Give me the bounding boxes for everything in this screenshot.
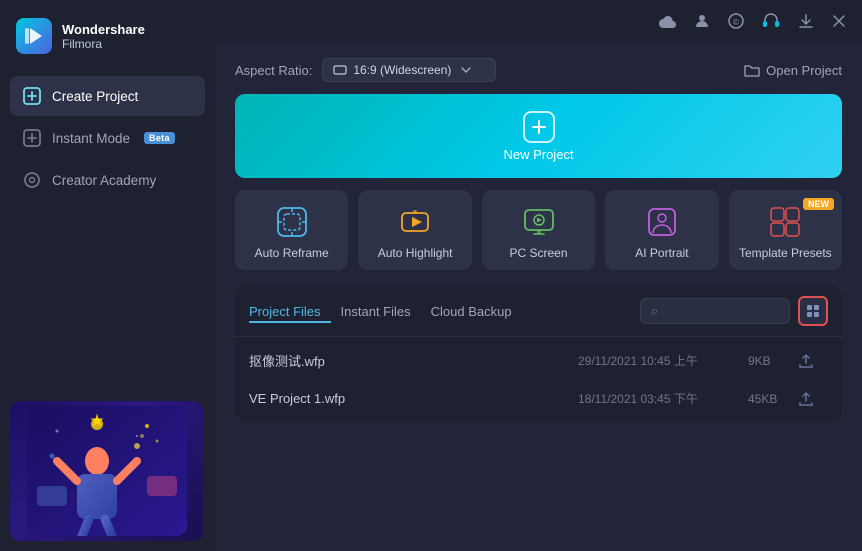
template-presets-icon bbox=[767, 204, 803, 240]
logo-area: Wondershare Filmora bbox=[0, 0, 215, 72]
project-files-section: Project Files Instant Files Cloud Backup… bbox=[235, 286, 842, 421]
auto-reframe-label: Auto Reframe bbox=[255, 246, 329, 260]
download-icon[interactable] bbox=[798, 13, 814, 29]
pc-screen-icon bbox=[521, 204, 557, 240]
sidebar: Wondershare Filmora Create Project bbox=[0, 0, 215, 551]
action-card-pc-screen[interactable]: PC Screen bbox=[482, 190, 595, 270]
logo-icon bbox=[16, 18, 52, 54]
auto-highlight-icon bbox=[397, 204, 433, 240]
logo-text: Wondershare Filmora bbox=[62, 22, 145, 51]
pc-screen-label: PC Screen bbox=[510, 246, 568, 260]
new-project-plus-icon bbox=[523, 111, 555, 143]
open-project-label: Open Project bbox=[766, 63, 842, 78]
files-header: Project Files Instant Files Cloud Backup… bbox=[235, 286, 842, 337]
tab-project-files[interactable]: Project Files bbox=[249, 300, 331, 323]
new-project-label: New Project bbox=[503, 147, 573, 162]
file-date: 29/11/2021 10:45 上午 bbox=[578, 352, 748, 369]
action-card-auto-highlight[interactable]: Auto Highlight bbox=[358, 190, 471, 270]
aspect-ratio-left: Aspect Ratio: 16:9 (Widescreen) bbox=[235, 58, 496, 82]
close-icon[interactable] bbox=[832, 14, 846, 28]
creator-academy-label: Creator Academy bbox=[52, 173, 156, 188]
instant-mode-label: Instant Mode bbox=[52, 131, 130, 146]
sidebar-item-instant-mode[interactable]: Instant Mode Beta bbox=[10, 118, 205, 158]
aspect-chevron-icon bbox=[461, 67, 471, 73]
aspect-ratio-bar: Aspect Ratio: 16:9 (Widescreen) Open Pro… bbox=[235, 58, 842, 82]
search-icon: ⌕ bbox=[651, 303, 658, 319]
sidebar-illustration bbox=[0, 391, 215, 551]
file-size: 45KB bbox=[748, 392, 798, 406]
app-name: Wondershare bbox=[62, 22, 145, 37]
sidebar-item-creator-academy[interactable]: Creator Academy bbox=[10, 160, 205, 200]
new-badge: NEW bbox=[803, 198, 834, 210]
tab-instant-files[interactable]: Instant Files bbox=[341, 300, 421, 323]
content-area: Aspect Ratio: 16:9 (Widescreen) Open Pro… bbox=[215, 42, 862, 551]
beta-badge: Beta bbox=[144, 132, 175, 144]
file-name: 抠像测试.wfp bbox=[249, 351, 578, 370]
open-project-button[interactable]: Open Project bbox=[744, 63, 842, 78]
auto-reframe-icon bbox=[274, 204, 310, 240]
file-size: 9KB bbox=[748, 354, 798, 368]
action-card-template-presets[interactable]: NEW Template Presets bbox=[729, 190, 842, 270]
files-list: 抠像测试.wfp 29/11/2021 10:45 上午 9KB VE Proj… bbox=[235, 337, 842, 421]
upload-icon[interactable] bbox=[798, 391, 828, 407]
search-box[interactable]: ⌕ bbox=[640, 298, 790, 324]
action-card-auto-reframe[interactable]: Auto Reframe bbox=[235, 190, 348, 270]
headphone-icon[interactable] bbox=[762, 13, 780, 29]
instant-mode-icon bbox=[22, 128, 42, 148]
action-cards: Auto Reframe Auto Highlight bbox=[235, 190, 842, 270]
app-name2: Filmora bbox=[62, 37, 145, 51]
copyright-icon[interactable]: © bbox=[728, 13, 744, 29]
cloud-icon[interactable] bbox=[658, 14, 676, 28]
file-name: VE Project 1.wfp bbox=[249, 391, 578, 406]
upload-icon[interactable] bbox=[798, 353, 828, 369]
plus-icon bbox=[529, 117, 549, 137]
illustration-box bbox=[10, 401, 203, 541]
action-card-ai-portrait[interactable]: AI Portrait bbox=[605, 190, 718, 270]
account-icon[interactable] bbox=[694, 13, 710, 29]
illustration-svg bbox=[27, 406, 187, 536]
tab-cloud-backup[interactable]: Cloud Backup bbox=[431, 300, 522, 323]
table-row[interactable]: 抠像测试.wfp 29/11/2021 10:45 上午 9KB bbox=[235, 341, 842, 380]
create-project-icon bbox=[22, 86, 42, 106]
ai-portrait-label: AI Portrait bbox=[635, 246, 688, 260]
ai-portrait-icon bbox=[644, 204, 680, 240]
files-search: ⌕ bbox=[640, 296, 828, 326]
aspect-ratio-select[interactable]: 16:9 (Widescreen) bbox=[322, 58, 496, 82]
auto-highlight-label: Auto Highlight bbox=[378, 246, 453, 260]
sidebar-nav: Create Project Instant Mode Beta bbox=[0, 72, 215, 204]
top-bar: © bbox=[215, 0, 862, 42]
folder-icon bbox=[744, 63, 760, 77]
sidebar-item-create-project[interactable]: Create Project bbox=[10, 76, 205, 116]
table-row[interactable]: VE Project 1.wfp 18/11/2021 03:45 下午 45K… bbox=[235, 380, 842, 417]
create-project-label: Create Project bbox=[52, 89, 138, 104]
aspect-ratio-label: Aspect Ratio: bbox=[235, 63, 312, 78]
grid-icon bbox=[806, 304, 820, 318]
file-date: 18/11/2021 03:45 下午 bbox=[578, 390, 748, 407]
aspect-ratio-value: 16:9 (Widescreen) bbox=[353, 63, 451, 77]
widescreen-icon bbox=[333, 65, 347, 75]
creator-academy-icon bbox=[22, 170, 42, 190]
grid-view-button[interactable] bbox=[798, 296, 828, 326]
svg-text:©: © bbox=[733, 18, 739, 27]
main-content: © Aspect bbox=[215, 0, 862, 551]
new-project-banner[interactable]: New Project bbox=[235, 94, 842, 178]
template-presets-label: Template Presets bbox=[739, 246, 832, 260]
